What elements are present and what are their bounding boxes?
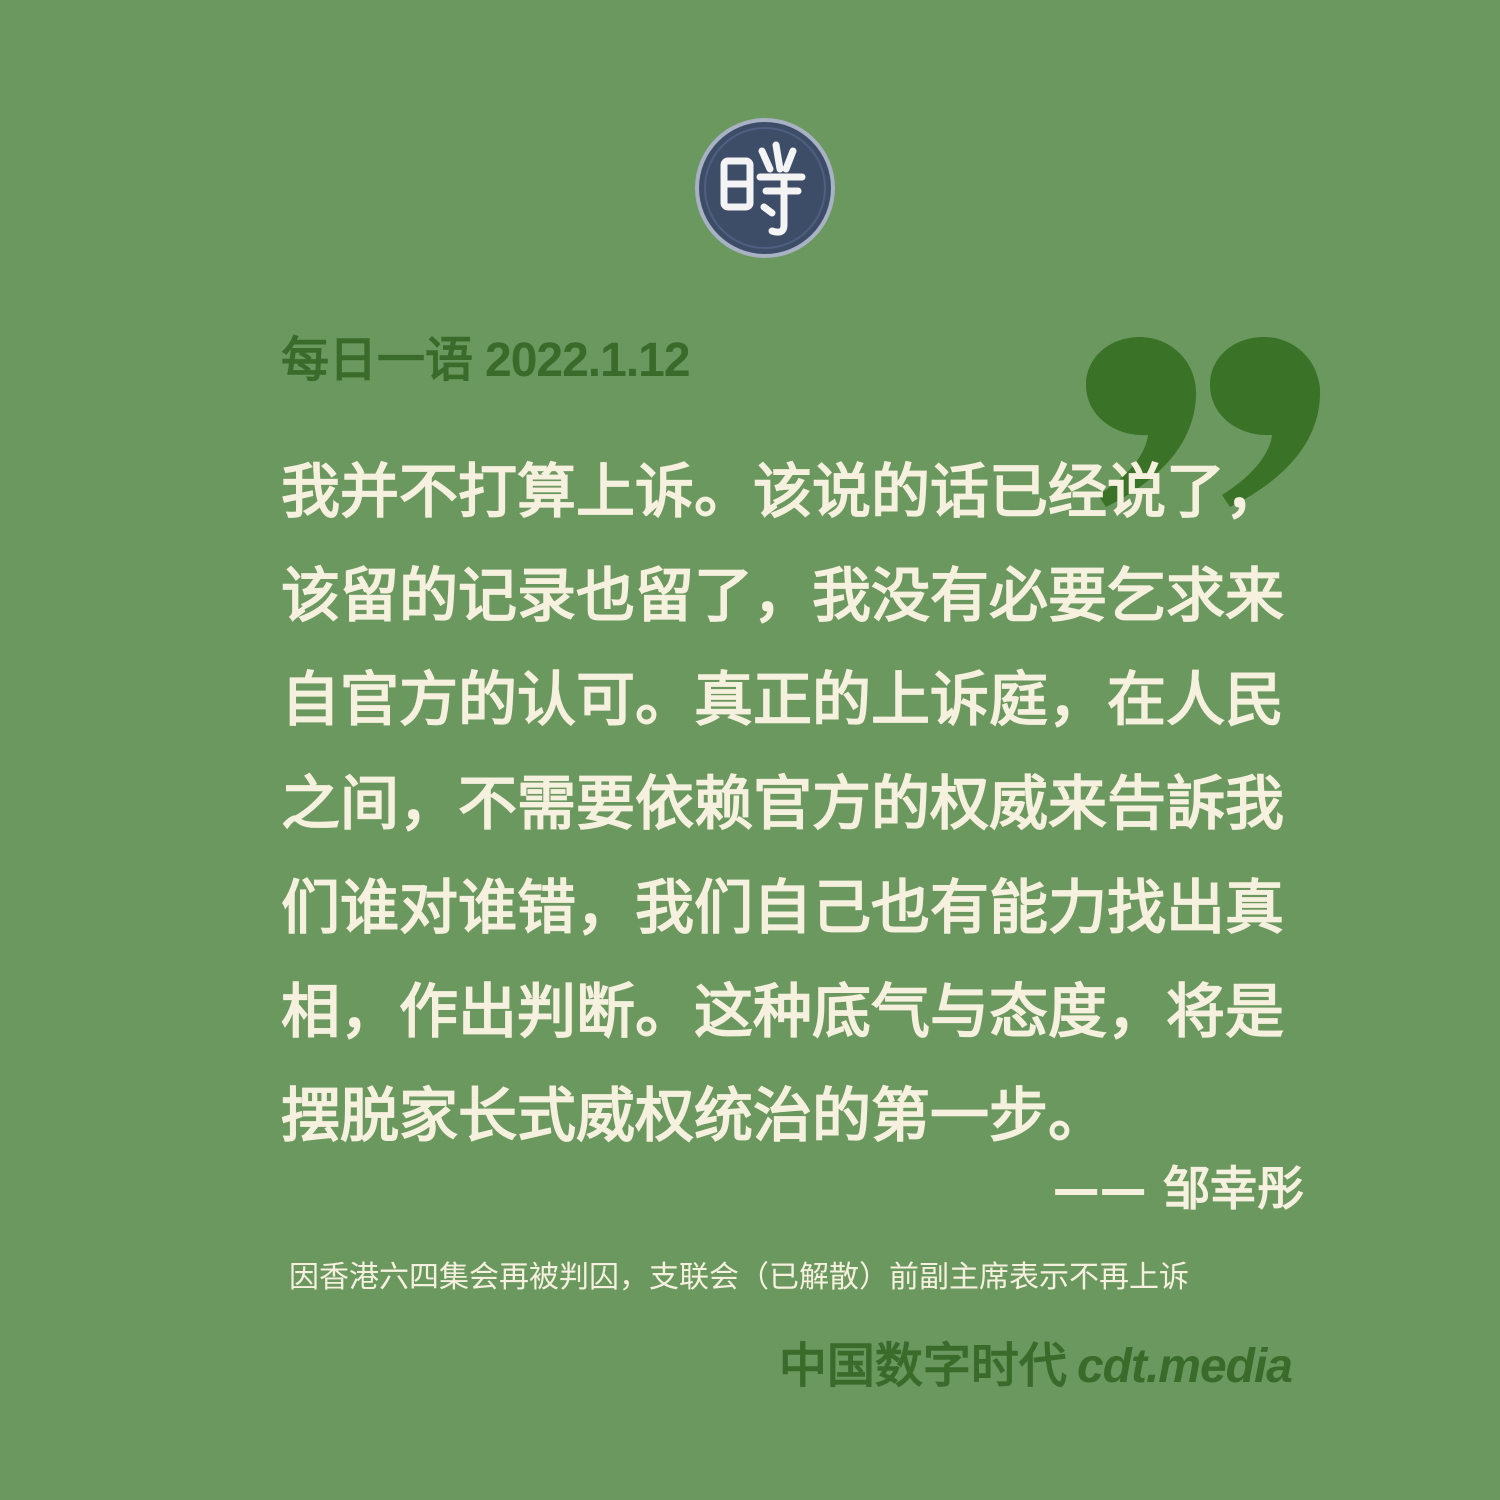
quote-line: 之间，不需要依赖官方的权威来告訴我 xyxy=(281,769,1285,838)
brand-footer: 中国数字时代 cdt.media xyxy=(778,1334,1293,1398)
quote-line: 自官方的认可。真正的上诉庭，在人民 xyxy=(281,665,1285,734)
heading-date: 2022.1.12 xyxy=(485,334,691,387)
brand-site: cdt.media xyxy=(1076,1340,1293,1393)
quote-line: 相，作出判断。这种底气与态度，将是 xyxy=(281,977,1285,1046)
quote-author: —— 邹幸彤 xyxy=(1052,1162,1304,1217)
daily-quote-heading: 每日一语 2022.1.12 xyxy=(281,328,691,392)
quote-line: 们谁对谁错，我们自己也有能力找出真 xyxy=(281,873,1285,942)
quote-line: 该留的记录也留了，我没有必要乞求来 xyxy=(281,561,1285,630)
quote-body: 我并不打算上诉。该说的话已经说了， 该留的记录也留了，我没有必要乞求来 自官方的… xyxy=(281,440,1306,1168)
quote-line: 我并不打算上诉。该说的话已经说了， xyxy=(281,457,1285,526)
cdt-logo-icon xyxy=(695,118,835,258)
quote-line: 摆脱家长式威权统治的第一步。 xyxy=(281,1081,1108,1150)
brand-name: 中国数字时代 xyxy=(778,1338,1067,1394)
heading-label: 每日一语 xyxy=(281,332,474,388)
quote-context: 因香港六四集会再被判囚，支联会（已解散）前副主席表示不再上诉 xyxy=(289,1260,1189,1295)
